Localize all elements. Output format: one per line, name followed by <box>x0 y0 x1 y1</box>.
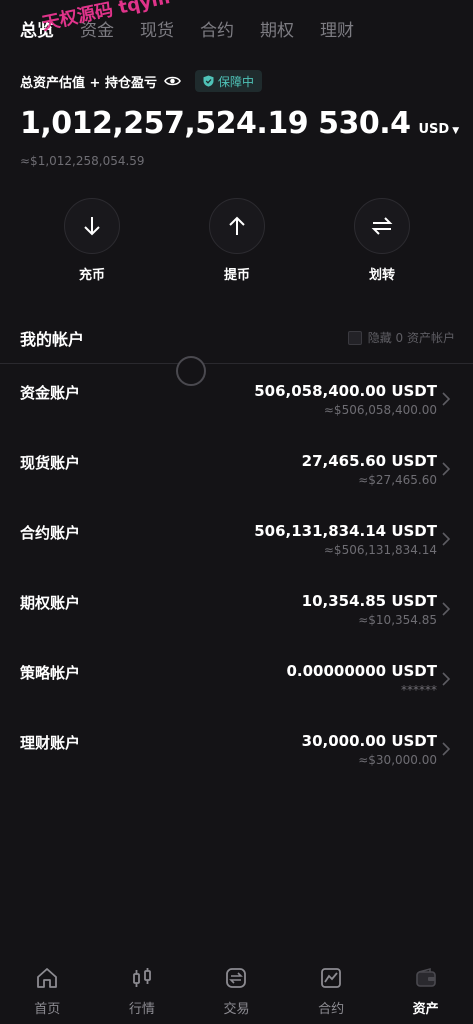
account-row-funding[interactable]: 资金账户 506,058,400.00 USDT ≈$506,058,400.0… <box>0 378 473 448</box>
asset-header: 总资产估值 + 持仓盈亏 保障中 <box>20 70 262 92</box>
chevron-right-icon <box>442 672 451 686</box>
home-icon <box>37 968 58 988</box>
hide-zero-checkbox[interactable] <box>347 330 362 345</box>
action-row: 充币 提币 划转 <box>0 198 473 288</box>
account-name: 资金账户 <box>20 384 81 402</box>
approx-total-usd: ≈$1,012,258,054.59 <box>20 154 145 168</box>
nav-assets[interactable]: 资产 <box>379 960 473 1024</box>
chevron-right-icon <box>442 742 451 756</box>
account-row-contract[interactable]: 合约账户 506,131,834.14 USDT ≈$506,131,834.1… <box>0 518 473 588</box>
candlestick-icon <box>132 968 151 987</box>
account-amount: 0.00000000 USDT <box>286 662 437 680</box>
protection-badge[interactable]: 保障中 <box>194 70 262 92</box>
nav-home-label: 首页 <box>34 1002 61 1017</box>
total-asset-value: 1,012,257,524.19 <box>20 106 309 141</box>
eye-icon[interactable] <box>164 75 181 87</box>
account-name: 策略帐户 <box>20 664 81 682</box>
total-asset-label: 总资产估值 + 持仓盈亏 <box>20 75 157 91</box>
tab-spot[interactable]: 现货 <box>140 16 174 41</box>
account-amount: 10,354.85 USDT <box>301 592 437 610</box>
withdraw-button[interactable]: 提币 <box>197 198 277 283</box>
top-tab-bar: 总览 资金 现货 合约 期权 理财 <box>0 0 473 56</box>
account-row-spot[interactable]: 现货账户 27,465.60 USDT ≈$27,465.60 <box>0 448 473 518</box>
account-approx: ≈$10,354.85 <box>358 613 437 627</box>
account-list: 资金账户 506,058,400.00 USDT ≈$506,058,400.0… <box>0 378 473 798</box>
account-amount: 506,058,400.00 USDT <box>254 382 437 400</box>
account-name: 合约账户 <box>20 524 81 542</box>
account-row-strategy[interactable]: 策略帐户 0.00000000 USDT ****** <box>0 658 473 728</box>
shield-icon <box>203 75 214 87</box>
arrow-down-icon <box>84 217 100 236</box>
account-name: 理财账户 <box>20 734 81 752</box>
account-approx: ****** <box>401 683 437 697</box>
transfer-label: 划转 <box>368 268 395 283</box>
account-approx: ≈$506,131,834.14 <box>323 543 437 557</box>
account-name: 现货账户 <box>20 454 81 472</box>
section-divider <box>0 363 473 364</box>
account-approx: ≈$27,465.60 <box>358 473 437 487</box>
position-pnl-value: 530.4 <box>318 106 411 141</box>
tab-finance[interactable]: 理财 <box>320 16 354 41</box>
tab-contract[interactable]: 合约 <box>200 16 234 41</box>
account-row-options[interactable]: 期权账户 10,354.85 USDT ≈$10,354.85 <box>0 588 473 658</box>
tab-options[interactable]: 期权 <box>260 16 294 41</box>
nav-markets-label: 行情 <box>128 1002 155 1017</box>
exchange-icon <box>226 968 247 988</box>
chevron-right-icon <box>442 532 451 546</box>
nav-contract-label: 合约 <box>318 1002 345 1017</box>
hide-zero-assets-toggle[interactable]: 隐藏 0 资产帐户 <box>347 329 455 346</box>
wallet-icon <box>415 967 436 987</box>
bottom-nav: 首页 行情 交易 合约 资产 <box>0 960 473 1024</box>
nav-markets[interactable]: 行情 <box>95 960 189 1024</box>
deposit-label: 充币 <box>78 268 105 283</box>
nav-trade-label: 交易 <box>223 1002 250 1017</box>
account-amount: 27,465.60 USDT <box>301 452 437 470</box>
nav-contract[interactable]: 合约 <box>284 960 378 1024</box>
tab-funding[interactable]: 资金 <box>80 16 114 41</box>
nav-assets-label: 资产 <box>412 1002 439 1017</box>
chevron-right-icon <box>442 462 451 476</box>
contract-chart-icon <box>321 968 341 988</box>
account-approx: ≈$30,000.00 <box>358 753 437 767</box>
transfer-circle[interactable] <box>354 198 410 254</box>
tab-overview[interactable]: 总览 <box>20 16 54 41</box>
arrow-up-icon <box>229 216 245 235</box>
withdraw-label: 提币 <box>223 268 250 283</box>
total-asset-row: 1,012,257,524.19 530.4 USD ▼ <box>20 106 459 141</box>
currency-label: USD <box>418 122 450 137</box>
deposit-circle[interactable] <box>64 198 120 254</box>
nav-home[interactable]: 首页 <box>0 960 94 1024</box>
transfer-button[interactable]: 划转 <box>342 198 422 283</box>
chevron-right-icon <box>442 392 451 406</box>
deposit-button[interactable]: 充币 <box>52 198 132 283</box>
withdraw-circle[interactable] <box>209 198 265 254</box>
account-name: 期权账户 <box>20 594 81 612</box>
protection-badge-label: 保障中 <box>217 74 254 89</box>
my-accounts-title: 我的帐户 <box>20 330 85 349</box>
account-amount: 506,131,834.14 USDT <box>254 522 437 540</box>
account-row-finance[interactable]: 理财账户 30,000.00 USDT ≈$30,000.00 <box>0 728 473 798</box>
account-amount: 30,000.00 USDT <box>301 732 437 750</box>
chevron-right-icon <box>442 602 451 616</box>
currency-selector[interactable]: USD ▼ <box>418 122 459 137</box>
nav-trade[interactable]: 交易 <box>189 960 283 1024</box>
account-approx: ≈$506,058,400.00 <box>323 403 437 417</box>
hide-zero-label: 隐藏 0 资产帐户 <box>367 331 455 345</box>
caret-down-icon: ▼ <box>452 126 460 136</box>
transfer-icon <box>371 217 393 235</box>
